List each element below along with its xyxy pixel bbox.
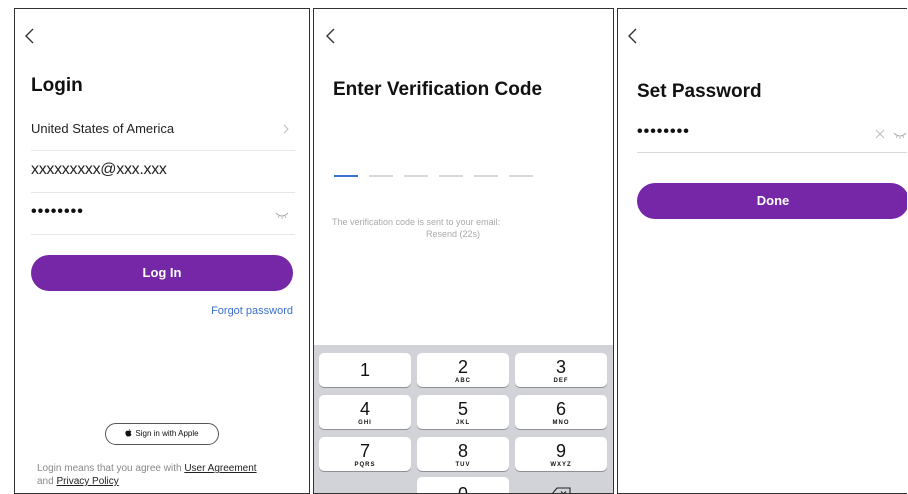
key-digit: 6 xyxy=(555,399,566,419)
keypad-key-7[interactable]: 7 PQRS xyxy=(319,437,411,471)
code-digit-slot xyxy=(404,175,428,177)
keypad-blank xyxy=(319,477,411,493)
code-digit-slot xyxy=(474,175,498,177)
keypad-key-0[interactable]: 0 xyxy=(417,477,509,494)
key-letters: ABC xyxy=(455,378,471,384)
keypad-backspace[interactable] xyxy=(515,477,607,493)
sign-in-with-apple-button[interactable]: Sign in with Apple xyxy=(105,423,219,445)
eye-closed-icon[interactable] xyxy=(275,211,289,219)
key-digit: 2 xyxy=(457,357,468,377)
close-icon[interactable] xyxy=(875,129,885,139)
key-letters: MNO xyxy=(552,420,570,426)
resend-link[interactable]: Resend (22s) xyxy=(426,229,480,239)
email-value: xxxxxxxxx@xxx.xxx xyxy=(31,161,167,178)
key-digit: 4 xyxy=(359,399,370,419)
key-digit: 0 xyxy=(457,484,468,494)
legal-prefix: Login means that you agree with xyxy=(37,463,185,474)
country-value: United States of America xyxy=(31,121,175,136)
verification-screen: Enter Verification Code The verification… xyxy=(313,8,614,494)
keypad-key-6[interactable]: 6 MNO xyxy=(515,395,607,429)
page-title: Set Password xyxy=(637,81,762,102)
back-button[interactable] xyxy=(23,27,41,47)
code-digit-slot xyxy=(334,175,358,177)
keypad-key-3[interactable]: 3 DEF xyxy=(515,353,607,387)
country-selector[interactable]: United States of America xyxy=(31,117,295,151)
done-button[interactable]: Done xyxy=(637,183,907,219)
password-field[interactable]: •••••••• xyxy=(31,199,295,235)
keypad-key-8[interactable]: 8 TUV xyxy=(417,437,509,471)
new-password-field[interactable]: •••••••• xyxy=(637,119,907,153)
code-digit-slot xyxy=(509,175,533,177)
key-letters: GHI xyxy=(358,420,372,426)
keypad-key-2[interactable]: 2 ABC xyxy=(417,353,509,387)
apple-logo-icon xyxy=(125,429,132,437)
chevron-left-icon xyxy=(326,28,335,44)
keypad-key-5[interactable]: 5 JKL xyxy=(417,395,509,429)
keypad-key-1[interactable]: 1 xyxy=(319,353,411,387)
legal-notice: Login means that you agree with User Agr… xyxy=(37,462,297,488)
chevron-right-icon xyxy=(283,124,289,134)
legal-and: and xyxy=(37,476,57,487)
password-mask: •••••••• xyxy=(31,203,84,220)
login-button[interactable]: Log In xyxy=(31,255,293,291)
code-digit-slot xyxy=(439,175,463,177)
numeric-keypad: 1 2 ABC 3 DEF 4 GHI 5 JKL 6 MNO 7 PQRS 8 TUV 9 WXYZ 0 xyxy=(314,345,613,493)
code-digit-slot xyxy=(369,175,393,177)
key-digit: 3 xyxy=(555,357,566,377)
privacy-policy-link[interactable]: Privacy Policy xyxy=(56,476,118,487)
keypad-key-4[interactable]: 4 GHI xyxy=(319,395,411,429)
chevron-left-icon xyxy=(628,28,637,44)
email-field[interactable]: xxxxxxxxx@xxx.xxx xyxy=(31,155,295,193)
verification-message: The verification code is sent to your em… xyxy=(332,217,501,227)
login-screen: Login United States of America xxxxxxxxx… xyxy=(14,8,310,494)
key-digit: 9 xyxy=(555,441,566,461)
eye-closed-icon[interactable] xyxy=(893,131,907,139)
key-digit: 7 xyxy=(359,441,370,461)
user-agreement-link[interactable]: User Agreement xyxy=(184,463,256,474)
back-button[interactable] xyxy=(626,27,644,47)
key-letters: WXYZ xyxy=(550,462,572,468)
forgot-password-link[interactable]: Forgot password xyxy=(211,305,293,317)
apple-button-label: Sign in with Apple xyxy=(135,429,199,438)
page-title: Login xyxy=(31,75,83,96)
key-letters: PQRS xyxy=(354,462,376,468)
key-letters: DEF xyxy=(553,378,569,384)
backspace-icon xyxy=(552,487,571,493)
keypad-key-9[interactable]: 9 WXYZ xyxy=(515,437,607,471)
set-password-screen: Set Password •••••••• Done xyxy=(617,8,907,494)
key-digit: 5 xyxy=(457,399,468,419)
key-letters: JKL xyxy=(455,420,471,426)
page-title: Enter Verification Code xyxy=(333,79,543,100)
chevron-left-icon xyxy=(25,28,34,44)
key-digit: 8 xyxy=(457,441,468,461)
password-mask: •••••••• xyxy=(637,123,690,140)
key-digit: 1 xyxy=(359,360,370,380)
back-button[interactable] xyxy=(324,27,342,47)
key-letters: TUV xyxy=(455,462,471,468)
